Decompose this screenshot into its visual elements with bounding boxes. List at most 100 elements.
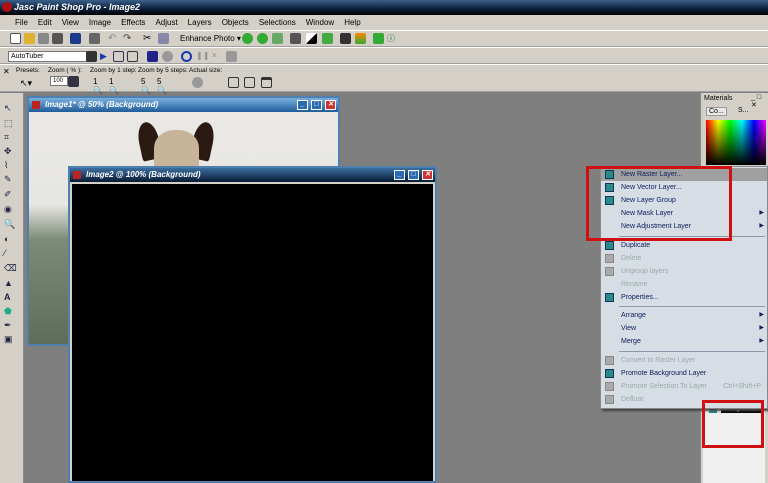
browse-icon[interactable] [38,33,49,44]
app-icon[interactable] [2,2,12,12]
dropper-tool-icon[interactable]: ⌇ [4,160,15,170]
tab-colors[interactable]: Co... [706,107,727,116]
pen-tool-icon[interactable]: ✒ [4,320,15,330]
zoom-out-1-icon[interactable]: 1🔍 [93,77,104,95]
menu-objects[interactable]: Objects [217,15,254,30]
menu-properties[interactable]: Properties... [601,291,767,304]
undo-icon[interactable]: ↶ [108,33,119,44]
cancel-icon[interactable]: ✕ [211,51,222,62]
pan-tool-icon[interactable]: ↖ [4,103,15,113]
histogram-icon[interactable] [340,33,351,44]
copy-icon[interactable] [158,33,169,44]
red-eye-tool-icon[interactable]: ◉ [4,204,15,214]
load-script-icon[interactable] [147,51,158,62]
menu-help[interactable]: Help [339,15,365,30]
clarify-icon[interactable] [322,33,333,44]
menu-promote-selection[interactable]: Promote Selection To Layer Ctrl+Shift+P [601,380,767,393]
menu-convert-to-raster[interactable]: Convert to Raster Layer [601,354,767,367]
zoom-tool-icon[interactable]: 🔍 [4,219,15,229]
smudge-tool-icon[interactable]: ⁄ [4,248,15,258]
full-screen-icon[interactable] [261,77,272,88]
close-button[interactable]: ✕ [325,100,336,110]
menu-effects[interactable]: Effects [116,15,150,30]
zoom-1-label: Zoom by 1 step: [90,67,137,74]
menu-arrange[interactable]: Arrange ▶ [601,309,767,322]
crop-tool-icon[interactable]: ⌗ [4,132,15,142]
scan-icon[interactable] [52,33,63,44]
photo-fix-icon[interactable] [272,33,283,44]
menu-image[interactable]: Image [84,15,116,30]
menu-merge[interactable]: Merge ▶ [601,335,767,348]
close-toolbar-icon[interactable]: ✕ [3,67,10,76]
minimize-button[interactable]: _ [394,170,405,180]
preset-shape-icon[interactable]: ⬟ [4,306,15,316]
menu-view[interactable]: View [57,15,84,30]
menu-adjust[interactable]: Adjust [150,15,182,30]
zoom-input[interactable]: 100 [50,76,68,86]
object-selector-icon[interactable]: ▣ [4,334,15,344]
record-icon[interactable] [162,51,173,62]
start-recording-icon[interactable] [181,51,192,62]
dodge-tool-icon[interactable]: ◐ [4,234,15,244]
move-tool-icon[interactable]: ✥ [4,146,15,156]
open-icon[interactable] [24,33,35,44]
print-icon[interactable] [89,33,100,44]
red-eye-icon[interactable] [242,33,253,44]
image2-window[interactable]: Image2 @ 100% (Background) _ □ ✕ [68,166,437,483]
script-dropdown-icon[interactable] [86,51,97,62]
contrast-icon[interactable] [306,33,317,44]
minimize-button[interactable]: _ [297,100,308,110]
menu-edit[interactable]: Edit [33,15,57,30]
menu-ungroup-layers[interactable]: Ungroup layers [601,265,767,278]
learning-center-icon[interactable] [373,33,384,44]
image1-title-bar[interactable]: Image1* @ 50% (Background) _ □ ✕ [29,98,338,112]
script-select[interactable]: AutoTuber [8,51,96,62]
selection-tool-icon[interactable]: ⬚ [4,118,15,128]
menu-selections[interactable]: Selections [254,15,301,30]
fit-window-icon[interactable] [228,77,239,88]
menu-separator [619,306,765,307]
interactive-toggle-icon[interactable] [127,51,138,62]
image2-canvas[interactable] [72,184,433,481]
tools-toolbar: ↖ ⬚ ⌗ ✥ ⌇ ✎ ✐ ◉ 🔍 ◐ ⁄ ⌫ ▲ A ⬟ ✒ ▣ [0,93,24,483]
color-spectrum[interactable] [706,120,766,165]
maximize-button[interactable]: □ [311,100,322,110]
retouch-icon[interactable] [257,33,268,44]
run-script-icon[interactable]: ▶ [100,51,111,62]
actual-size-icon[interactable] [192,77,203,88]
close-button[interactable]: ✕ [422,170,433,180]
paint-brush-icon[interactable]: ✎ [4,174,15,184]
fill-tool-icon[interactable]: ▲ [4,278,15,288]
maximize-button[interactable]: □ [408,170,419,180]
menu-delete[interactable]: Delete [601,252,767,265]
tab-swatches[interactable]: S... [736,107,751,114]
text-tool-icon[interactable]: A [4,292,15,302]
menu-rename[interactable]: Rename [601,278,767,291]
stop-icon[interactable] [226,51,237,62]
new-icon[interactable] [10,33,21,44]
fit-image-icon[interactable] [244,77,255,88]
pointer-preset-icon[interactable]: ↖▾ [20,78,32,89]
zoom-in-5-icon[interactable]: 5🔍 [157,77,168,95]
menu-view[interactable]: View ▶ [601,322,767,335]
menu-file[interactable]: File [10,15,33,30]
color-balance-icon[interactable] [355,33,366,44]
eraser-tool-icon[interactable]: ⌫ [4,263,17,273]
fade-correction-icon[interactable] [290,33,301,44]
info-icon[interactable]: ⓘ [387,33,398,44]
redo-icon[interactable]: ↷ [123,33,134,44]
menu-promote-background[interactable]: Promote Background Layer [601,367,767,380]
zoom-out-5-icon[interactable]: 5🔍 [141,77,152,95]
palette-controls[interactable]: _ □ ✕ [751,94,768,109]
menu-layers[interactable]: Layers [183,15,217,30]
zoom-spinner-icon[interactable] [68,76,79,87]
enhance-photo-button[interactable]: Enhance Photo ▾ [180,34,241,43]
edit-script-icon[interactable] [113,51,124,62]
image2-title-bar[interactable]: Image2 @ 100% (Background) _ □ ✕ [70,168,435,182]
cut-icon[interactable]: ✂ [143,33,154,44]
pause-icon[interactable]: ❚❚ [196,51,209,62]
zoom-in-1-icon[interactable]: 1🔍 [109,77,120,95]
save-icon[interactable] [70,33,81,44]
menu-window[interactable]: Window [301,15,339,30]
clone-brush-icon[interactable]: ✐ [4,189,15,199]
